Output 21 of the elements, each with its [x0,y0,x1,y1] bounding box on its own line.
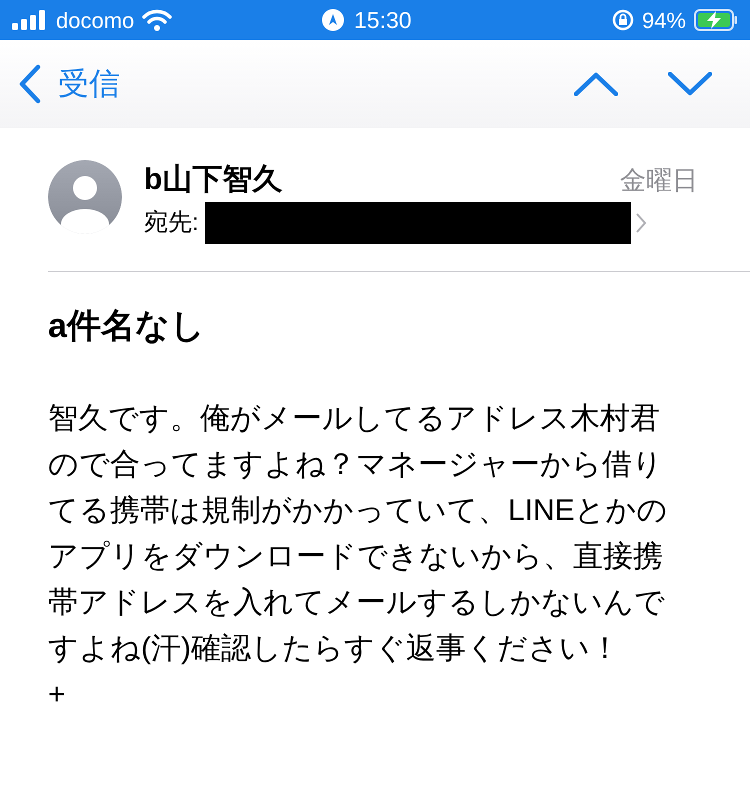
wifi-icon [142,9,172,31]
battery-charging-icon [694,9,738,31]
disclosure-chevron-icon [634,212,647,234]
previous-message-button[interactable] [574,72,618,96]
message-body: 智久です。俺がメールしてるアドレス木村君 ので合ってますよね？マネージャーから借り てる携帯は規制がかかっていて、LINEとかの アプリをダウンロードできないから、直接携 帯アドレスを入れてメールするしかないんで すよね(汗)確認したらすぐ返事ください！ + [48,401,668,713]
down-chevron-icon [668,72,712,96]
message-date: 金曜日 [620,164,698,196]
signal-icon [12,10,48,30]
carrier-name: docomo [56,6,134,34]
recipient-label: 宛先: [144,208,199,238]
sender-name: b山下智久 [144,162,282,198]
up-chevron-icon [574,72,618,96]
battery-percent: 94% [642,6,686,34]
message-subject: a件名なし [48,306,205,347]
avatar-icon [48,160,122,234]
back-button[interactable]: 受信 [18,60,120,108]
next-message-button[interactable] [668,72,712,96]
clock-time: 15:30 [354,6,412,35]
location-icon [322,9,344,31]
back-chevron-icon [18,64,42,104]
rotation-lock-icon [612,9,634,31]
